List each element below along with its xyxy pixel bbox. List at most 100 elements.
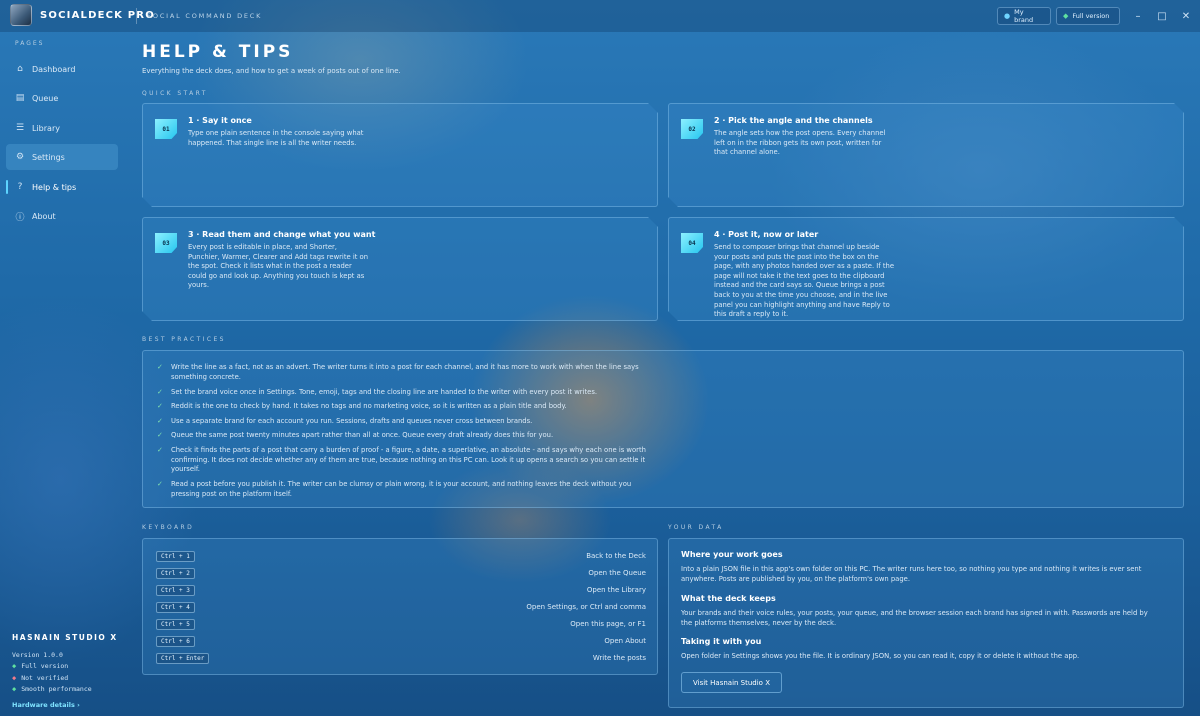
sidebar-item-dashboard[interactable]: ⌂ Dashboard [6,56,118,82]
status-performance: ◆ Smooth performance [12,685,92,693]
sidebar-item-settings[interactable]: ⚙ Settings [6,144,118,170]
sidebar-item-label: Settings [32,152,65,162]
card-body: The angle sets how the post opens. Every… [714,129,886,157]
status-label: Full version [21,662,69,670]
check-icon: ✓ [157,480,163,488]
best-practice-text: Read a post before you publish it. The w… [171,480,632,498]
app-tagline: SOCIAL COMMAND DECK [147,12,263,20]
best-practice-item: ✓ Read a post before you publish it. The … [157,480,652,499]
check-icon: ✓ [157,388,163,396]
best-practice-text: Write the line as a fact, not as an adve… [171,363,639,381]
shortcut-desc: Open About [604,637,646,645]
best-practice-text: Set the brand voice once in Settings. To… [171,388,598,396]
data-section-body: Into a plain JSON file in this app's own… [681,565,1142,583]
home-icon: ⌂ [17,64,23,74]
quick-start-card-4: 04 4 · Post it, now or later Send to com… [668,217,1184,321]
version-text: Version 1.0.0 [12,651,63,659]
best-practice-text: Queue the same post twenty minutes apart… [171,431,554,439]
visit-studio-button[interactable]: Visit Hasnain Studio X [681,672,782,693]
title-bar: SOCIALDECK PRO SOCIAL COMMAND DECK ● My b… [0,0,1200,32]
status-not-verified: ◆ Not verified [12,674,68,682]
sidebar-item-help[interactable]: ? Help & tips [6,174,118,200]
shortcut-desc: Open the Queue [588,569,646,577]
best-practice-item: ✓ Check it finds the parts of a post that… [157,446,652,475]
page-subtitle: Everything the deck does, and how to get… [142,67,401,75]
data-section-title: What the deck keeps [681,594,776,603]
hardware-details-link[interactable]: Hardware details › [12,701,80,709]
person-icon: ● [1004,12,1011,20]
data-section-title: Where your work goes [681,550,783,559]
shortcut-row: Ctrl + Enter Write the posts [156,653,646,665]
data-section-title: Taking it with you [681,637,762,646]
shortcut-row: Ctrl + 5 Open this page, or F1 [156,619,646,631]
step-number: 01 [155,119,177,139]
card-title: 2 · Pick the angle and the channels [714,116,873,125]
app-logo [10,4,32,26]
keyboard-heading: KEYBOARD [142,524,195,531]
star-icon: ◆ [1063,12,1069,20]
shortcut-key: Ctrl + 3 [156,585,195,596]
your-data-panel: Where your work goes Into a plain JSON f… [668,538,1184,708]
maximize-button[interactable]: □ [1154,8,1170,24]
sidebar-item-label: Dashboard [32,64,76,74]
step-number: 03 [155,233,177,253]
check-icon: ✓ [157,363,163,371]
status-full-version: ◆ Full version [12,662,68,670]
quick-start-heading: QUICK START [142,90,208,97]
best-practice-item: ✓ Use a separate brand for each account y… [157,417,652,427]
status-dot-icon: ◆ [12,685,17,693]
status-dot-icon: ◆ [12,674,17,682]
queue-icon: ▤ [15,93,25,103]
your-data-heading: YOUR DATA [668,524,724,531]
sidebar-item-library[interactable]: ☰ Library [6,115,118,141]
shortcut-key: Ctrl + 4 [156,602,195,613]
quick-start-card-3: 03 3 · Read them and change what you wan… [142,217,658,321]
step-number: 04 [681,233,703,253]
best-practice-item: ✓ Queue the same post twenty minutes apar… [157,431,652,441]
minimize-button[interactable]: – [1130,8,1146,24]
library-icon: ☰ [15,123,25,133]
check-icon: ✓ [157,417,163,425]
step-number: 02 [681,119,703,139]
best-practice-item: ✓ Write the line as a fact, not as an adv… [157,363,652,382]
shortcut-key: Ctrl + 2 [156,568,195,579]
shortcut-desc: Open the Library [586,586,646,594]
quick-start-card-2: 02 2 · Pick the angle and the channels T… [668,103,1184,207]
check-icon: ✓ [157,446,163,454]
data-section-body: Open folder in Settings shows you the fi… [681,652,1080,660]
close-button[interactable]: ✕ [1178,8,1194,24]
studio-name: HASNAIN STUDIO X [12,633,118,642]
my-brand-button[interactable]: ● My brand [997,7,1051,25]
shortcut-row: Ctrl + 6 Open About [156,636,646,648]
page-title: HELP & TIPS [142,42,294,62]
gear-icon: ⚙ [15,152,25,162]
sidebar-item-queue[interactable]: ▤ Queue [6,85,118,111]
shortcut-desc: Open Settings, or Ctrl and comma [526,603,646,611]
best-practice-text: Check it finds the parts of a post that … [171,446,646,474]
status-label: Not verified [21,674,69,682]
card-title: 3 · Read them and change what you want [188,230,376,239]
sidebar-item-label: Library [32,123,60,133]
best-practice-text: Reddit is the one to check by hand. It t… [171,402,567,410]
keyboard-panel: Ctrl + 1 Back to the Deck Ctrl + 2 Open th… [142,538,658,675]
full-version-button[interactable]: ◆ Full version [1056,7,1120,25]
shortcut-row: Ctrl + 1 Back to the Deck [156,551,646,563]
title-divider [136,8,137,24]
my-brand-label: My brand [1014,8,1034,24]
shortcut-desc: Back to the Deck [586,552,646,560]
best-practice-item: ✓ Reddit is the one to check by hand. It … [157,402,652,412]
data-section-body: Your brands and their voice rules, your … [681,609,1148,627]
sidebar-item-about[interactable]: ⓘ About [6,203,118,229]
card-body: Send to composer brings that channel up … [714,243,895,319]
card-title: 1 · Say it once [188,116,252,125]
card-body: Every post is editable in place, and Sho… [188,243,369,290]
card-body: Type one plain sentence in the console s… [188,129,364,147]
best-practice-text: Use a separate brand for each account yo… [171,417,533,425]
shortcut-key: Ctrl + 1 [156,551,195,562]
sidebar-item-label: About [32,211,56,221]
best-practice-item: ✓ Set the brand voice once in Settings. T… [157,388,652,398]
info-icon: ⓘ [15,212,25,223]
sidebar-heading: PAGES [15,40,45,47]
app-name: SOCIALDECK PRO [40,10,155,21]
shortcut-key: Ctrl + 6 [156,636,195,647]
